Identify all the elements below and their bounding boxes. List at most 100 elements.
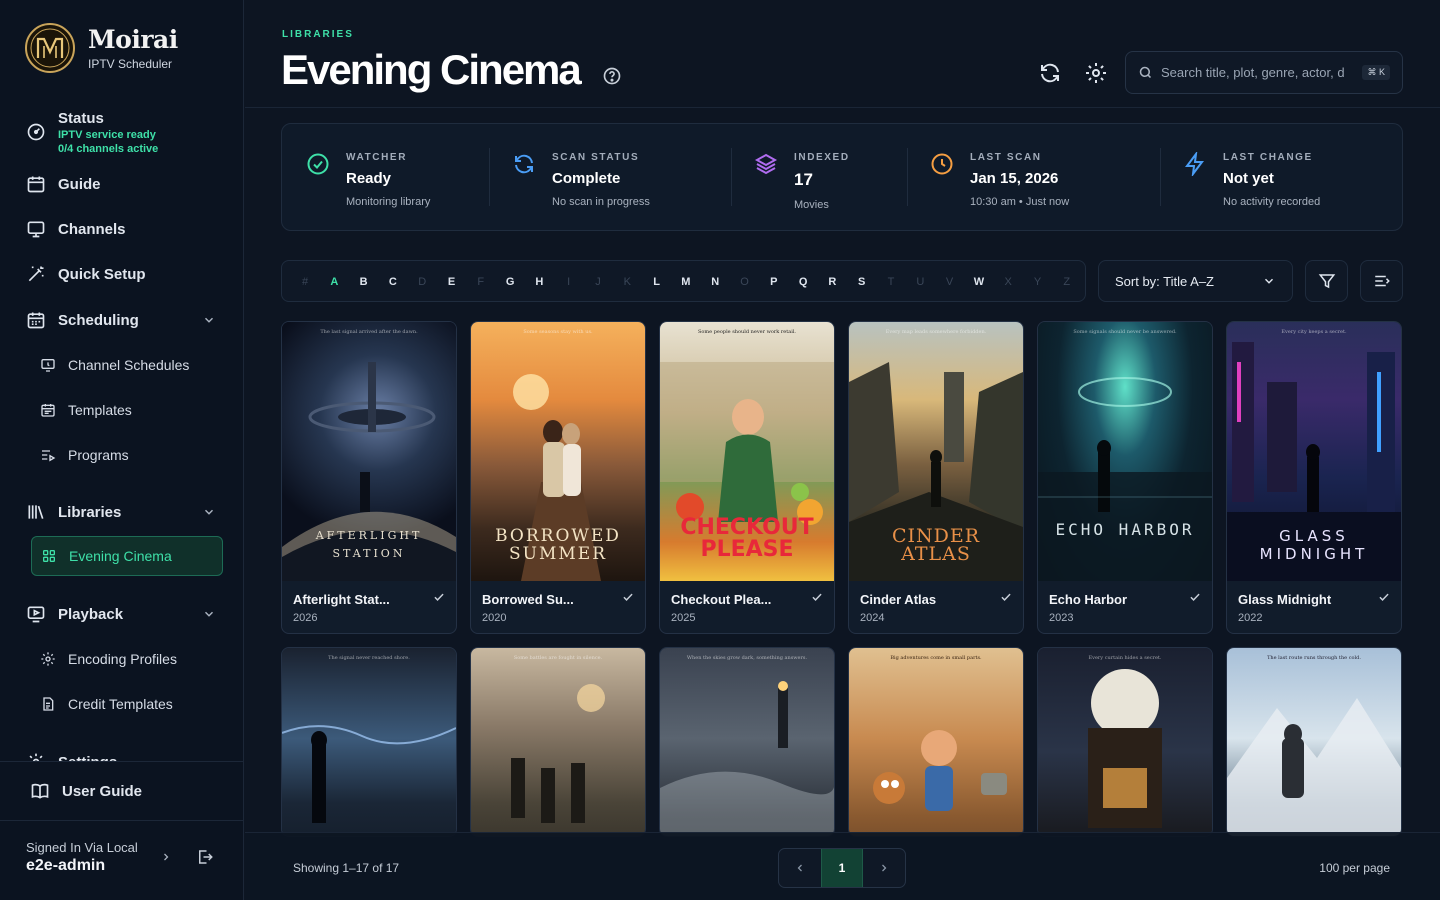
alpha-letter-p[interactable]: P bbox=[764, 276, 784, 288]
sidebar: Moirai IPTV Scheduler Status IPTV servic… bbox=[0, 0, 244, 900]
alpha-letter-n[interactable]: N bbox=[705, 276, 725, 288]
alpha-letter-b[interactable]: B bbox=[354, 276, 374, 288]
alpha-letter-r[interactable]: R bbox=[822, 276, 842, 288]
filter-button[interactable] bbox=[1305, 260, 1348, 302]
brand[interactable]: Moirai IPTV Scheduler bbox=[24, 22, 178, 74]
sort-select[interactable]: Sort by: Title A–Z bbox=[1098, 260, 1293, 302]
sidebar-item-playback[interactable]: Playback bbox=[26, 602, 222, 626]
sidebar-item-quick-setup[interactable]: Quick Setup bbox=[26, 262, 222, 286]
stat-value: Complete bbox=[552, 170, 621, 187]
layers-icon bbox=[754, 153, 778, 175]
alpha-letter-h[interactable]: H bbox=[529, 276, 549, 288]
poster-tagline: The last signal arrived after the dawn. bbox=[320, 329, 418, 335]
movie-card[interactable]: The last route runs through the cold. bbox=[1226, 647, 1402, 837]
movie-title: Cinder Atlas bbox=[860, 592, 937, 607]
stat-indexed: INDEXED 17 Movies bbox=[754, 152, 850, 211]
status-channels: 0/4 channels active bbox=[58, 143, 159, 155]
screen-schedule-icon bbox=[41, 359, 55, 372]
poster-title: BORROWED SUMMER bbox=[495, 526, 621, 564]
sidebar-item-channel-schedules[interactable]: Channel Schedules bbox=[40, 354, 220, 376]
movie-poster: The last signal arrived after the dawn. … bbox=[282, 322, 456, 581]
sidebar-label-libraries: Libraries bbox=[58, 503, 122, 521]
movie-poster: The last route runs through the cold. bbox=[1227, 648, 1401, 836]
movie-card[interactable]: Every city keeps a secret. GLASS MIDNIGH… bbox=[1226, 321, 1402, 634]
sidebar-item-evening-cinema[interactable]: Evening Cinema bbox=[31, 536, 223, 576]
prev-page-button[interactable] bbox=[779, 849, 821, 887]
app-name: Moirai bbox=[88, 25, 178, 54]
status-service: IPTV service ready bbox=[58, 129, 156, 141]
movie-card[interactable]: Big adventures come in small parts. bbox=[848, 647, 1024, 837]
sidebar-item-scheduling[interactable]: Scheduling bbox=[26, 308, 222, 332]
sort-label: Sort by: Title A–Z bbox=[1115, 273, 1214, 289]
check-icon bbox=[1379, 593, 1389, 601]
stat-label: LAST CHANGE bbox=[1223, 152, 1313, 163]
next-page-button[interactable] bbox=[863, 849, 905, 887]
movie-card[interactable]: When the skies grow dark, something answ… bbox=[659, 647, 835, 837]
help-circle-icon[interactable] bbox=[602, 66, 622, 86]
sidebar-label-channels: Channels bbox=[58, 220, 126, 238]
alpha-letter-q[interactable]: Q bbox=[793, 276, 813, 288]
gear-icon[interactable] bbox=[1084, 61, 1108, 85]
alpha-letter-j: J bbox=[595, 276, 601, 288]
alpha-letter-e[interactable]: E bbox=[442, 276, 462, 288]
alpha-letter-l[interactable]: L bbox=[647, 276, 667, 288]
movie-poster: When the skies grow dark, something answ… bbox=[660, 648, 834, 836]
document-icon bbox=[43, 697, 54, 711]
sidebar-item-status[interactable]: Status IPTV service ready 0/4 channels a… bbox=[26, 110, 158, 156]
alpha-letter-o: O bbox=[740, 276, 749, 288]
sidebar-item-user-guide[interactable]: User Guide bbox=[30, 779, 226, 803]
alpha-letter-m[interactable]: M bbox=[676, 276, 696, 288]
sidebar-item-libraries[interactable]: Libraries bbox=[26, 500, 222, 524]
chevron-down-icon[interactable] bbox=[202, 607, 216, 621]
calendar-template-icon bbox=[41, 404, 55, 417]
movie-card[interactable]: Some people should never work retail. CH… bbox=[659, 321, 835, 634]
alpha-letter-c[interactable]: C bbox=[383, 276, 403, 288]
alpha-letter-w[interactable]: W bbox=[969, 276, 989, 288]
chevron-down-icon[interactable] bbox=[202, 505, 216, 519]
check-icon bbox=[1190, 593, 1200, 601]
sidebar-item-guide[interactable]: Guide bbox=[26, 172, 222, 196]
movie-card[interactable]: The signal never reached shore. bbox=[281, 647, 457, 837]
alpha-letter-g[interactable]: G bbox=[500, 276, 520, 288]
movie-card[interactable]: Every curtain hides a secret. bbox=[1037, 647, 1213, 837]
movie-card[interactable]: Some signals should never be answered. E… bbox=[1037, 321, 1213, 634]
search-input[interactable]: Search title, plot, genre, actor, d ⌘ K bbox=[1125, 51, 1403, 94]
stat-label: LAST SCAN bbox=[970, 152, 1042, 163]
movie-poster: Some seasons stay with us. BORROWED SUMM… bbox=[471, 322, 645, 581]
logout-icon[interactable] bbox=[196, 848, 214, 866]
movie-card[interactable]: Some battles are fought in silence. bbox=[470, 647, 646, 837]
per-page-select[interactable]: 100 per page bbox=[1319, 861, 1390, 875]
movie-card[interactable]: The last signal arrived after the dawn. … bbox=[281, 321, 457, 634]
check-icon bbox=[623, 593, 633, 601]
main-content: LIBRARIES Evening Cinema Search title, p… bbox=[245, 0, 1440, 900]
page-header: LIBRARIES Evening Cinema Search title, p… bbox=[245, 0, 1440, 108]
alpha-letter-a[interactable]: A bbox=[324, 276, 344, 288]
movie-poster: Some signals should never be answered. E… bbox=[1038, 322, 1212, 581]
gear-icon bbox=[41, 652, 55, 666]
pager: 1 bbox=[778, 848, 906, 888]
sidebar-item-credit-templates[interactable]: Credit Templates bbox=[40, 693, 220, 715]
alpha-letter-s[interactable]: S bbox=[852, 276, 872, 288]
chevron-down-icon[interactable] bbox=[202, 313, 216, 327]
sidebar-label-credit-templates: Credit Templates bbox=[68, 696, 173, 712]
alpha-letter-d: D bbox=[418, 276, 427, 288]
alpha-letter-u: U bbox=[916, 276, 925, 288]
chevron-right-icon[interactable] bbox=[160, 850, 172, 864]
view-options-button[interactable] bbox=[1360, 260, 1403, 302]
poster-tagline: Some battles are fought in silence. bbox=[513, 655, 603, 661]
chevron-left-icon bbox=[797, 864, 802, 872]
sidebar-item-channels[interactable]: Channels bbox=[26, 217, 222, 241]
page-button-current[interactable]: 1 bbox=[821, 849, 863, 887]
signed-in-user[interactable]: e2e-admin bbox=[26, 857, 105, 875]
stat-last-scan: LAST SCAN Jan 15, 2026 10:30 am • Just n… bbox=[930, 152, 1069, 208]
movie-card[interactable]: Every map leads somewhere forbidden. CIN… bbox=[848, 321, 1024, 634]
movie-card[interactable]: Some seasons stay with us. BORROWED SUMM… bbox=[470, 321, 646, 634]
stat-label: WATCHER bbox=[346, 152, 408, 163]
sidebar-item-templates[interactable]: Templates bbox=[40, 399, 220, 421]
refresh-icon[interactable] bbox=[1038, 61, 1062, 85]
poster-tagline: Some signals should never be answered. bbox=[1073, 329, 1177, 335]
stat-label: INDEXED bbox=[794, 152, 850, 163]
sidebar-item-encoding-profiles[interactable]: Encoding Profiles bbox=[40, 648, 220, 670]
sidebar-item-programs[interactable]: Programs bbox=[40, 444, 220, 466]
poster-title: AFTERLIGHT STATION bbox=[315, 529, 423, 560]
